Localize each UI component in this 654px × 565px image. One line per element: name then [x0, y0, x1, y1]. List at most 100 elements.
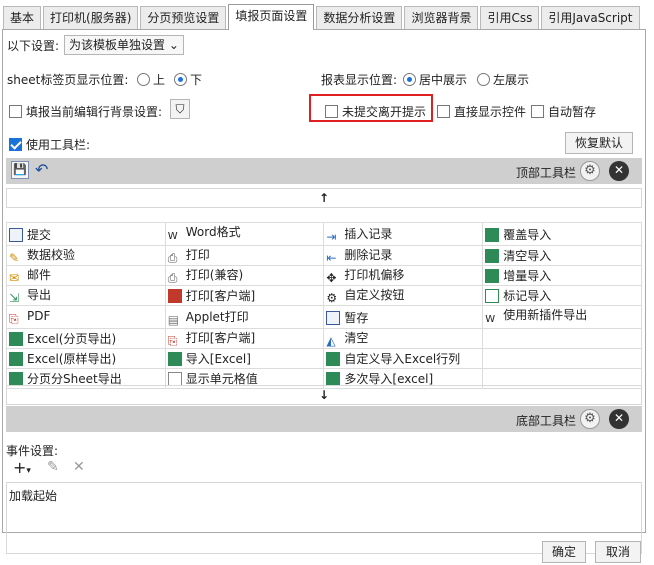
grid-item-export[interactable]: ⇲ 导出 — [6, 285, 166, 306]
grid-item-validate[interactable]: ✎ 数据校验 — [6, 245, 166, 266]
paint-bucket-icon[interactable]: ⛉ — [170, 99, 190, 119]
save-icon — [9, 227, 23, 242]
grid-item-applet-print[interactable]: ▤ Applet打印 — [164, 305, 325, 329]
grid-item-printer-offset[interactable]: ✥ 打印机偏移 — [323, 265, 484, 286]
grid-item-print-client-2[interactable]: ⎘ 打印[客户端] — [164, 328, 325, 349]
autosave-checkbox[interactable]: 自动暂存 — [531, 103, 596, 120]
grid-item-custom-button[interactable]: ⚙ 自定义按钮 — [323, 285, 484, 306]
bottom-toolbar-bar: 底部工具栏 ⚙ ✕ — [6, 406, 642, 432]
excel-icon — [485, 227, 500, 242]
gear-icon[interactable]: ⚙ — [580, 409, 600, 429]
grid-item-new-plugin-export[interactable]: W 使用新插件导出 — [482, 305, 642, 329]
save-icon[interactable]: 💾 — [11, 161, 29, 179]
close-icon[interactable]: ✕ — [609, 161, 629, 181]
tab-strip: 基本 打印机(服务器) 分页预览设置 填报页面设置 数据分析设置 浏览器背景 引… — [3, 4, 640, 30]
grid-item-pdf[interactable]: ⎘ PDF — [6, 305, 166, 329]
export-icon: ⇲ — [9, 291, 20, 305]
settings-panel: 以下设置: 为该模板单独设置 ⌄ sheet标签页显示位置: 上 下 报表显示位… — [2, 29, 646, 554]
grid-item-print[interactable]: ⎙ 打印 — [164, 245, 325, 266]
scope-select[interactable]: 为该模板单独设置 ⌄ — [64, 35, 184, 55]
cancel-button[interactable]: 取消 — [595, 541, 641, 563]
gear-icon: ⚙ — [326, 291, 338, 305]
pdf-print-icon — [167, 289, 182, 303]
move-down-arrow-icon[interactable]: ↓ — [6, 385, 642, 405]
tab-javascript[interactable]: 引用JavaScript — [541, 6, 640, 30]
direct-control-checkbox[interactable]: 直接显示控件 — [437, 103, 526, 120]
excel-icon — [485, 289, 500, 303]
chevron-down-icon: ⌄ — [168, 38, 179, 52]
grid-item-word[interactable]: W Word格式 — [164, 222, 325, 246]
save-icon — [326, 310, 341, 325]
eraser-icon: ◭ — [326, 334, 336, 348]
grid-item-print-client[interactable]: 打印[客户端] — [164, 285, 325, 306]
grid-item-print-compat[interactable]: ⎙ 打印(兼容) — [164, 265, 325, 286]
pencil-icon: ✎ — [9, 251, 20, 265]
use-toolbar-checkbox[interactable]: 使用工具栏: — [9, 136, 90, 153]
grid-item-custom-import-excel[interactable]: 自定义导入Excel行列 — [323, 348, 484, 369]
ok-button[interactable]: 确定 — [542, 541, 586, 563]
grid-item-excel-paged[interactable]: Excel(分页导出) — [6, 328, 166, 349]
printer-icon: ⎙ — [167, 271, 178, 285]
grid-item-incremental-import[interactable]: 增量导入 — [482, 265, 642, 286]
excel-icon — [167, 352, 182, 366]
report-pos-label: 报表显示位置: — [321, 73, 398, 87]
move-up-arrow-icon[interactable]: ↑ — [6, 188, 642, 208]
tab-browser-background[interactable]: 浏览器背景 — [404, 6, 479, 30]
toolbar-button-grid: 提交 W Word格式 ⇥ 插入记录 覆盖导入 ✎ 数据校验 ⎙ 打印 ⇤ 删除记录 清空… — [6, 222, 642, 389]
excel-icon — [326, 372, 341, 386]
top-toolbar-bar: 💾 ↶ 顶部工具栏 ⚙ ✕ — [6, 158, 642, 184]
tab-css[interactable]: 引用Css — [480, 6, 540, 30]
excel-icon — [485, 269, 500, 283]
radio-sheet-bottom[interactable]: 下 — [174, 71, 202, 88]
tab-fill-page-settings[interactable]: 填报页面设置 — [228, 4, 315, 30]
tab-page-preview[interactable]: 分页预览设置 — [140, 6, 227, 30]
top-toolbar-label: 顶部工具栏 — [516, 166, 577, 180]
grid-item-empty — [482, 348, 642, 369]
grid-item-mark-import[interactable]: 标记导入 — [482, 285, 642, 306]
excel-icon — [326, 352, 341, 366]
grid-item-insert-record[interactable]: ⇥ 插入记录 — [323, 222, 484, 246]
event-settings-label: 事件设置: — [6, 444, 59, 458]
grid-item-overwrite-import[interactable]: 覆盖导入 — [482, 222, 642, 246]
radio-report-left[interactable]: 左展示 — [477, 71, 529, 88]
tab-printer-server[interactable]: 打印机(服务器) — [43, 6, 139, 30]
grid-item-submit[interactable]: 提交 — [6, 222, 166, 246]
excel-icon — [9, 352, 23, 366]
radio-report-center[interactable]: 居中展示 — [403, 71, 467, 88]
move-icon: ✥ — [326, 271, 337, 285]
word-icon: W — [167, 231, 178, 242]
tab-basic[interactable]: 基本 — [3, 6, 42, 30]
scope-label: 以下设置: — [7, 39, 60, 53]
grid-item-temp-save[interactable]: 暂存 — [323, 305, 484, 329]
edit-icon[interactable]: ✎ — [47, 459, 59, 475]
delete-icon[interactable]: ✕ — [73, 459, 85, 475]
undo-icon[interactable]: ↶ — [35, 160, 48, 179]
sheet-pos-label: sheet标签页显示位置: — [7, 73, 129, 87]
excel-icon — [9, 372, 23, 386]
cell-icon — [167, 372, 182, 386]
grid-item-import-excel[interactable]: 导入[Excel] — [164, 348, 325, 369]
gear-icon[interactable]: ⚙ — [580, 161, 600, 181]
insert-row-icon: ⇥ — [326, 229, 337, 244]
close-icon[interactable]: ✕ — [609, 409, 629, 429]
bottom-toolbar-label: 底部工具栏 — [516, 414, 577, 428]
pdf-icon: ⎘ — [9, 311, 19, 326]
event-item-load-start[interactable]: 加载起始 — [7, 483, 641, 508]
grid-item-empty — [482, 328, 642, 349]
grid-item-excel-original[interactable]: Excel(原样导出) — [6, 348, 166, 369]
delete-row-icon: ⇤ — [326, 251, 337, 265]
mail-icon: ✉ — [9, 271, 20, 285]
grid-item-delete-record[interactable]: ⇤ 删除记录 — [323, 245, 484, 266]
restore-default-button[interactable]: 恢复默认 — [565, 132, 633, 154]
grid-item-clear-import[interactable]: 清空导入 — [482, 245, 642, 266]
fill-bg-checkbox[interactable]: 填报当前编辑行背景设置: — [9, 103, 162, 120]
scope-select-value: 为该模板单独设置 — [69, 38, 166, 52]
radio-sheet-top[interactable]: 上 — [137, 71, 165, 88]
tab-data-analysis[interactable]: 数据分析设置 — [316, 6, 403, 30]
pdf-icon: ⎘ — [167, 334, 178, 348]
grid-item-mail[interactable]: ✉ 邮件 — [6, 265, 166, 286]
add-icon[interactable]: +▾ — [13, 458, 31, 477]
applet-icon: ▤ — [167, 312, 180, 327]
grid-item-clear[interactable]: ◭ 清空 — [323, 328, 484, 349]
unsubmitted-checkbox[interactable]: 未提交离开提示 — [325, 103, 426, 120]
